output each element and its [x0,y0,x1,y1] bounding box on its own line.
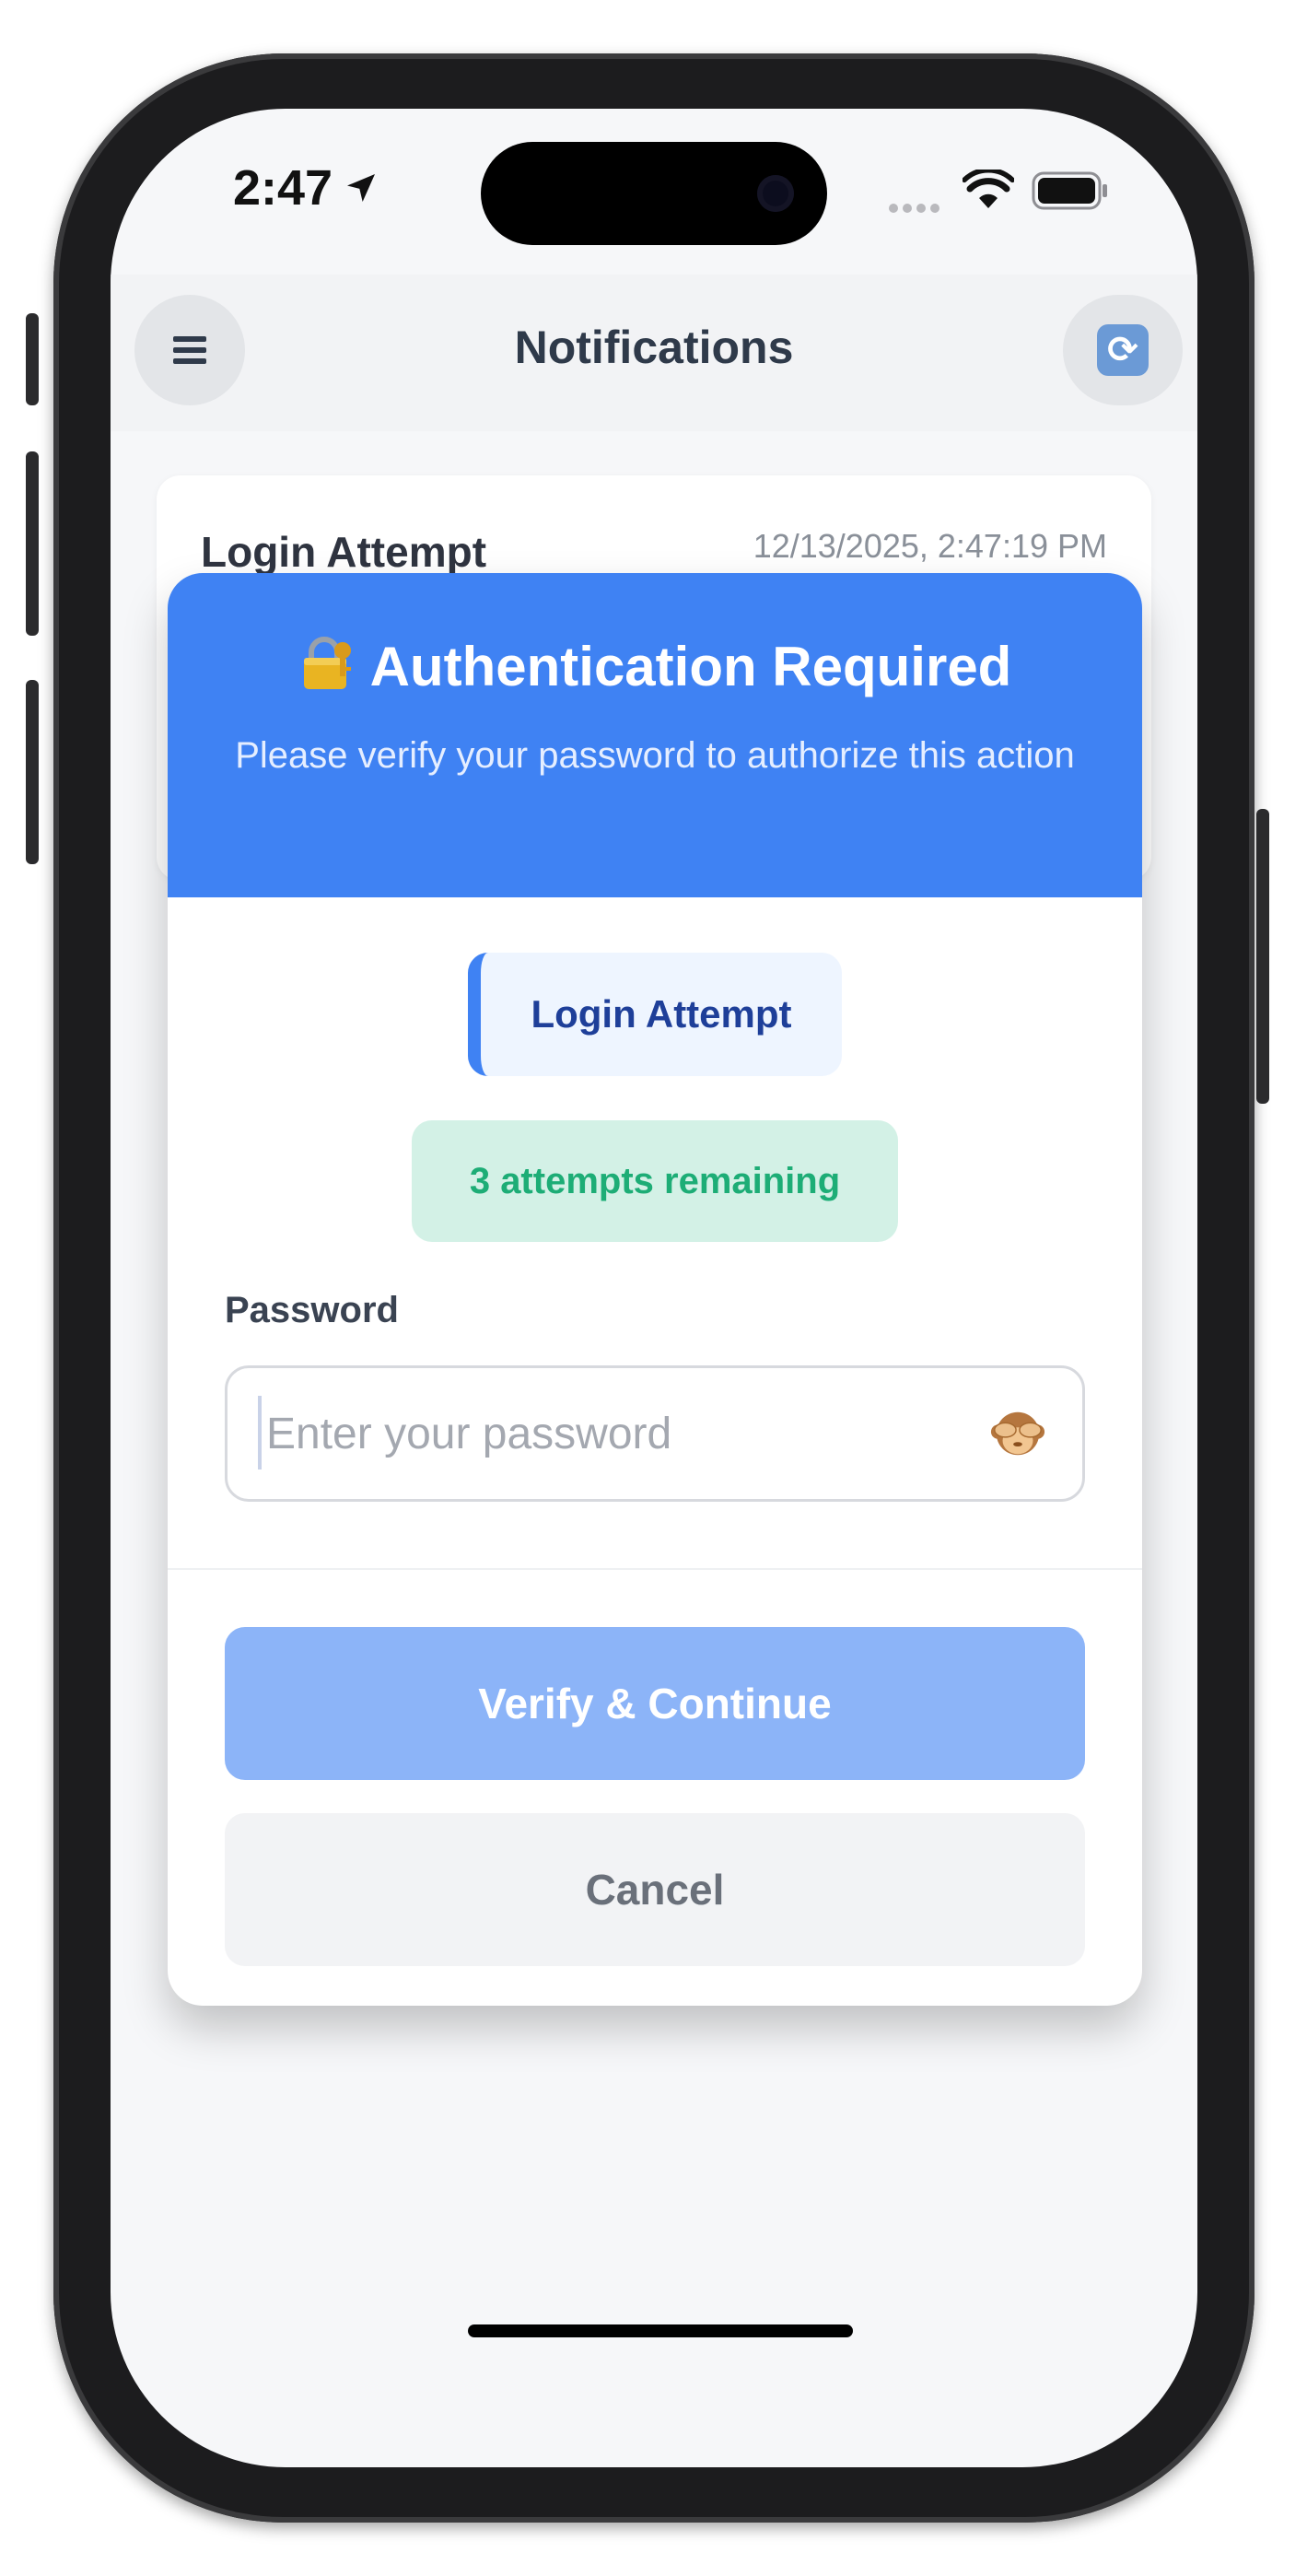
app-header: Notifications ⟳ [111,275,1197,431]
status-bar: 2:47 [111,109,1197,275]
notification-timestamp: 12/13/2025, 2:47:19 PM [753,527,1107,565]
home-indicator[interactable] [468,2324,853,2337]
phone-screen: 2:47 Notifications ⟳ Login Attempt 12/13… [111,109,1197,2467]
status-time: 2:47 [233,160,333,216]
verify-continue-button[interactable]: Verify & Continue [225,1627,1085,1780]
modal-header: Authentication Required Please verify yo… [168,573,1142,897]
cancel-button[interactable]: Cancel [225,1813,1085,1966]
wifi-icon [963,170,1014,208]
location-arrow-icon [347,174,375,202]
refresh-icon: ⟳ [1097,324,1149,376]
modal-subtitle: Please verify your password to authorize… [235,735,1075,776]
volume-up-button [26,451,39,636]
dynamic-island [481,142,827,245]
auth-modal: Authentication Required Please verify yo… [168,573,1142,2006]
battery-icon [1032,171,1107,210]
context-tag: Login Attempt [468,953,842,1076]
page-title: Notifications [514,322,794,373]
power-button [1256,809,1269,1104]
modal-title-row: Authentication Required [168,634,1142,698]
notification-title: Login Attempt [201,528,487,576]
attempts-remaining-badge: 3 attempts remaining [412,1120,898,1242]
front-camera [757,175,794,212]
modal-title: Authentication Required [369,636,1012,697]
volume-down-button [26,680,39,864]
lock-with-key-icon [303,637,351,689]
text-caret [258,1396,262,1469]
refresh-button[interactable]: ⟳ [1063,295,1183,405]
divider [168,1568,1142,1570]
password-label: Password [225,1290,399,1330]
password-input[interactable] [225,1365,1085,1502]
see-no-evil-monkey-icon[interactable] [989,1405,1046,1462]
action-button [26,313,39,405]
signal-dots-icon [889,201,944,217]
